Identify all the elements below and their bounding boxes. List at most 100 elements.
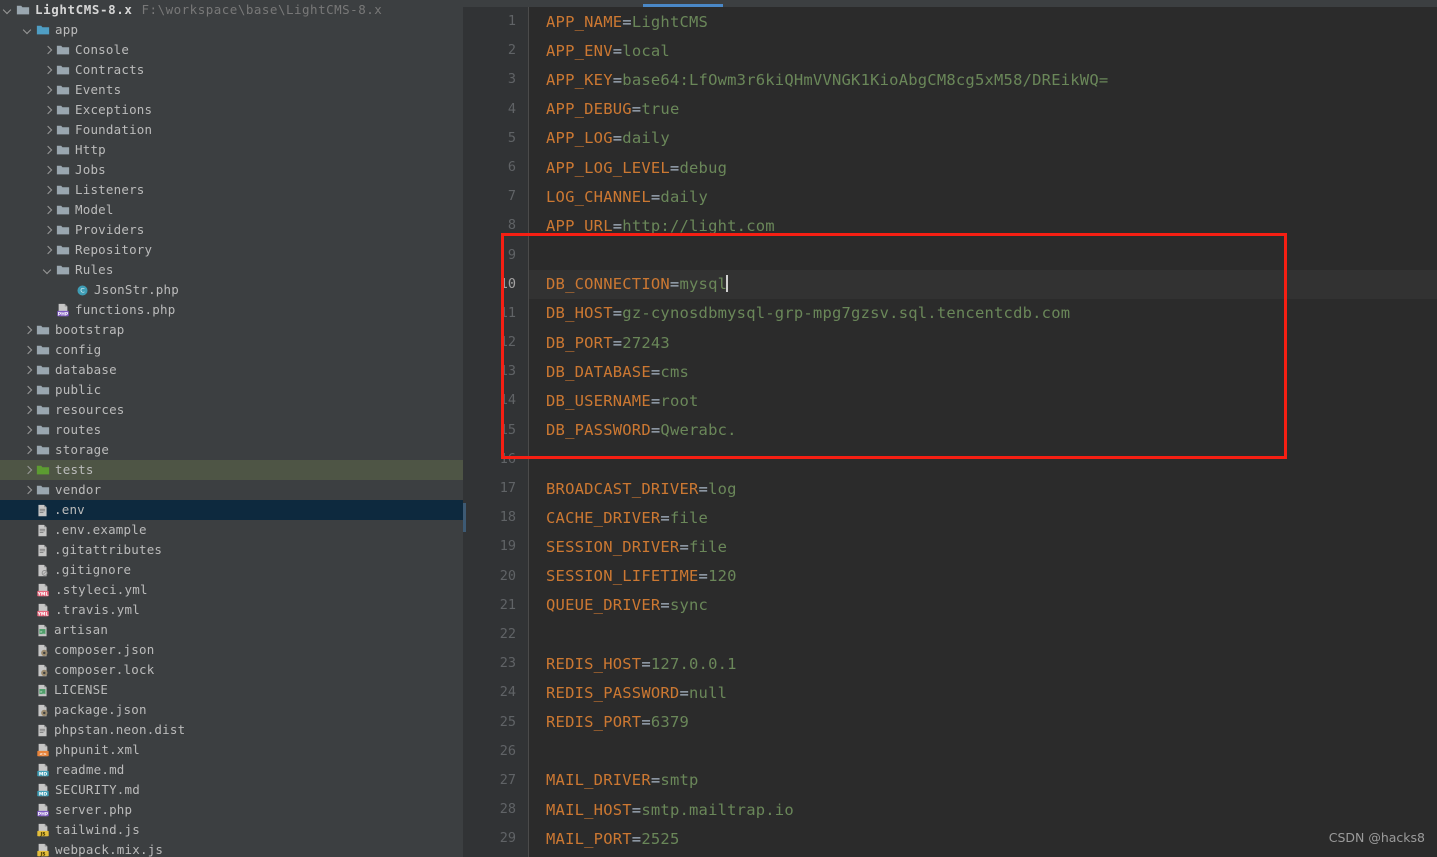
code-line[interactable]: 22 [463,619,1437,650]
code-line[interactable]: 18 CACHE_DRIVER=file [463,503,1437,533]
code-line-text[interactable]: DB_DATABASE=cms [529,363,689,381]
tree-item-jsonstr-php[interactable]: C JsonStr.php [0,280,463,300]
code-line-text[interactable]: REDIS_PORT=6379 [529,713,689,731]
chevron-right-icon[interactable] [42,184,54,196]
tree-item-phpunit-xml[interactable]: <> phpunit.xml [0,740,463,760]
code-line[interactable]: 16 [463,444,1437,474]
code-line-text[interactable]: APP_KEY=base64:LfOwm3r6kiQHmVVNGK1KioAbg… [529,71,1108,89]
tree-item-security-md[interactable]: MD SECURITY.md [0,780,463,800]
tree-item-foundation[interactable]: Foundation [0,120,463,140]
tree-item-providers[interactable]: Providers [0,220,463,240]
tree-item-phpstan-neon-dist[interactable]: phpstan.neon.dist [0,720,463,740]
code-line-text[interactable]: MAIL_DRIVER=smtp [529,771,699,789]
chevron-right-icon[interactable] [22,364,34,376]
code-line-text[interactable]: APP_LOG=daily [529,129,670,147]
code-line[interactable]: 28 MAIL_HOST=smtp.mailtrap.io [463,795,1437,825]
chevron-down-icon[interactable] [22,24,34,36]
chevron-right-icon[interactable] [42,164,54,176]
code-line[interactable]: 30MAIL_USERNAME=null [463,853,1437,857]
chevron-right-icon[interactable] [22,424,34,436]
tree-item-jobs[interactable]: Jobs [0,160,463,180]
code-line[interactable]: 27 MAIL_DRIVER=smtp [463,765,1437,796]
code-line-text[interactable]: APP_URL=http://light.com [529,217,775,235]
code-line-text[interactable]: SESSION_LIFETIME=120 [529,567,737,585]
code-line-text[interactable]: DB_PASSWORD=Qwerabc. [529,421,737,439]
chevron-right-icon[interactable] [22,384,34,396]
code-line-text[interactable]: APP_DEBUG=true [529,100,679,118]
tree-item-artisan[interactable]: >_ artisan [0,620,463,640]
code-line-text[interactable]: DB_PORT=27243 [529,334,670,352]
chevron-right-icon[interactable] [42,64,54,76]
editor-tab-bar[interactable] [463,0,1437,7]
chevron-right-icon[interactable] [22,444,34,456]
tree-item-public[interactable]: public [0,380,463,400]
tree-item-composer-lock[interactable]: composer.lock [0,660,463,680]
code-line[interactable]: 10 DB_CONNECTION=mysql [463,269,1437,299]
tree-item-styleci-yml[interactable]: YML .styleci.yml [0,580,463,600]
code-line[interactable]: 12 DB_PORT=27243 [463,328,1437,358]
tree-item-readme-md[interactable]: MD readme.md [0,760,463,780]
code-line-text[interactable]: CACHE_DRIVER=file [529,509,708,527]
code-line[interactable]: 19 SESSION_DRIVER=file [463,532,1437,562]
chevron-right-icon[interactable] [22,464,34,476]
tree-item-events[interactable]: Events [0,80,463,100]
code-line[interactable]: 9 [463,240,1437,270]
chevron-right-icon[interactable] [42,104,54,116]
code-line[interactable]: 15 DB_PASSWORD=Qwerabc. [463,415,1437,445]
code-line-text[interactable]: APP_LOG_LEVEL=debug [529,159,727,177]
tree-item-app[interactable]: app [0,20,463,40]
tree-item-vendor[interactable]: vendor [0,480,463,500]
code-line-text[interactable]: DB_HOST=gz-cynosdbmysql-grp-mpg7gzsv.sql… [529,304,1070,322]
tree-item-server-php[interactable]: PHP server.php [0,800,463,820]
code-line-text[interactable]: LOG_CHANNEL=daily [529,188,708,206]
code-line[interactable]: 11 DB_HOST=gz-cynosdbmysql-grp-mpg7gzsv.s… [463,298,1437,329]
code-line[interactable]: 23 REDIS_HOST=127.0.0.1 [463,649,1437,679]
tree-item-exceptions[interactable]: Exceptions [0,100,463,120]
project-tree-panel[interactable]: LightCMS-8.x F:\workspace\base\LightCMS-8… [0,0,463,857]
tree-item-lightcms-8-x[interactable]: LightCMS-8.x F:\workspace\base\LightCMS-8… [0,0,463,20]
code-line-text[interactable]: APP_NAME=LightCMS [529,13,708,31]
code-line[interactable]: 21 QUEUE_DRIVER=sync [463,590,1437,620]
code-text-area[interactable]: 1 APP_NAME=LightCMS 2 APP_ENV=local 3 APP_KEY… [463,7,1437,857]
tree-item-rules[interactable]: Rules [0,260,463,280]
chevron-down-icon[interactable] [2,4,14,16]
code-line[interactable]: 17 BROADCAST_DRIVER=log [463,474,1437,504]
chevron-right-icon[interactable] [42,144,54,156]
chevron-right-icon[interactable] [42,124,54,136]
code-line-text[interactable]: QUEUE_DRIVER=sync [529,596,708,614]
code-line-text[interactable]: SESSION_DRIVER=file [529,538,727,556]
tree-item-storage[interactable]: storage [0,440,463,460]
chevron-right-icon[interactable] [42,204,54,216]
tree-item-env[interactable]: .env [0,500,463,520]
code-line[interactable]: 13 DB_DATABASE=cms [463,357,1437,387]
code-line[interactable]: 29 MAIL_PORT=2525 [463,824,1437,854]
tree-item-routes[interactable]: routes [0,420,463,440]
code-line-text[interactable]: BROADCAST_DRIVER=log [529,480,737,498]
tree-item-tests[interactable]: tests [0,460,463,480]
chevron-right-icon[interactable] [42,44,54,56]
code-line[interactable]: 14 DB_USERNAME=root [463,386,1437,416]
tree-item-license[interactable]: >_ LICENSE [0,680,463,700]
tree-item-listeners[interactable]: Listeners [0,180,463,200]
chevron-down-icon[interactable] [42,264,54,276]
code-line[interactable]: 7 LOG_CHANNEL=daily [463,182,1437,212]
code-line-text[interactable]: DB_USERNAME=root [529,392,699,410]
chevron-right-icon[interactable] [22,404,34,416]
tree-item-tailwind-js[interactable]: JS tailwind.js [0,820,463,840]
tree-item-webpack-mix-js[interactable]: JS webpack.mix.js [0,840,463,857]
code-line[interactable]: 6 APP_LOG_LEVEL=debug [463,152,1437,183]
code-line[interactable]: 25 REDIS_PORT=6379 [463,707,1437,737]
tree-item-contracts[interactable]: Contracts [0,60,463,80]
tree-item-model[interactable]: Model [0,200,463,220]
code-line[interactable]: 5 APP_LOG=daily [463,123,1437,153]
tree-item-repository[interactable]: Repository [0,240,463,260]
tree-item-resources[interactable]: resources [0,400,463,420]
tree-item-travis-yml[interactable]: YML .travis.yml [0,600,463,620]
code-line-text[interactable]: MAIL_PORT=2525 [529,830,679,848]
tree-item-database[interactable]: database [0,360,463,380]
tree-item-gitattributes[interactable]: .gitattributes [0,540,463,560]
chevron-right-icon[interactable] [42,244,54,256]
code-line-text[interactable]: MAIL_HOST=smtp.mailtrap.io [529,801,794,819]
tree-item-bootstrap[interactable]: bootstrap [0,320,463,340]
tree-item-http[interactable]: Http [0,140,463,160]
